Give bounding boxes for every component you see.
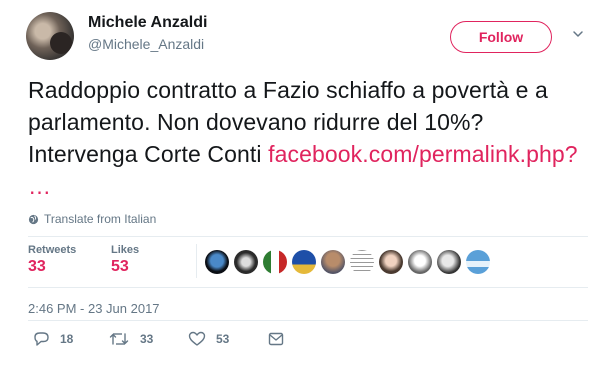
- heart-icon: [188, 331, 206, 346]
- liker-avatar[interactable]: [350, 250, 374, 274]
- translate-link[interactable]: Translate from Italian: [28, 212, 156, 226]
- likes-count: 53: [111, 258, 129, 275]
- liker-avatar[interactable]: [321, 250, 345, 274]
- retweets-label: Retweets: [28, 244, 77, 256]
- divider: [28, 287, 588, 288]
- follow-button[interactable]: Follow: [450, 21, 552, 53]
- liker-avatars: [205, 250, 495, 274]
- display-name[interactable]: Michele Anzaldi: [88, 14, 207, 32]
- like-button[interactable]: 53: [188, 331, 268, 347]
- translate-label: Translate from Italian: [44, 212, 157, 226]
- likes-stat[interactable]: Likes 53: [111, 244, 139, 276]
- avatar[interactable]: [26, 12, 74, 60]
- globe-icon: [28, 214, 39, 224]
- tweet-text: Raddoppio contratto a Fazio schiaffo a p…: [28, 74, 588, 202]
- liker-avatar[interactable]: [379, 250, 403, 274]
- reply-count: 18: [60, 332, 74, 346]
- liker-avatar[interactable]: [437, 250, 461, 274]
- retweet-icon: [109, 333, 129, 345]
- like-count: 53: [216, 332, 230, 346]
- liker-avatar[interactable]: [234, 250, 258, 274]
- chevron-down-icon[interactable]: [572, 28, 584, 40]
- reply-icon: [34, 332, 49, 346]
- retweets-stat[interactable]: Retweets 33: [28, 244, 76, 276]
- liker-avatar[interactable]: [205, 250, 229, 274]
- retweet-button[interactable]: 33: [108, 331, 188, 347]
- direct-message-button[interactable]: [268, 332, 284, 346]
- reply-button[interactable]: 18: [32, 331, 108, 347]
- divider: [28, 236, 588, 237]
- retweet-count: 33: [140, 332, 154, 346]
- liker-avatar[interactable]: [263, 250, 287, 274]
- liker-avatar[interactable]: [466, 250, 490, 274]
- liker-avatar[interactable]: [408, 250, 432, 274]
- timestamp[interactable]: 2:46 PM - 23 Jun 2017: [28, 301, 160, 316]
- screen-name[interactable]: @Michele_Anzaldi: [88, 36, 204, 52]
- liker-avatar[interactable]: [292, 250, 316, 274]
- retweets-count: 33: [28, 258, 46, 275]
- divider: [28, 320, 588, 321]
- tweet-actions: 18 33 53: [28, 331, 284, 347]
- likes-label: Likes: [111, 244, 140, 256]
- envelope-icon: [268, 332, 284, 346]
- stats-separator: [196, 244, 197, 278]
